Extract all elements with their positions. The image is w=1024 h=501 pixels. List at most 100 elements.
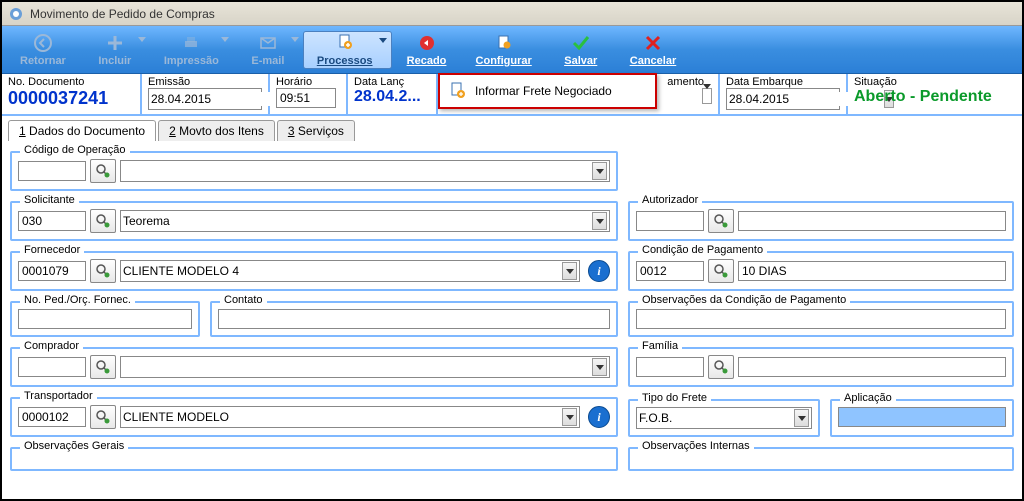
- solicitante-search-button[interactable]: [90, 209, 116, 233]
- cond-pag-search-button[interactable]: [708, 259, 734, 283]
- menu-informar-frete-negociado[interactable]: Informar Frete Negociado: [443, 78, 652, 104]
- obs-cond-pag-label: Observações da Condição de Pagamento: [638, 294, 850, 306]
- codigo-operacao-code[interactable]: [18, 161, 86, 181]
- emissao-label: Emissão: [148, 76, 262, 88]
- transportador-code[interactable]: [18, 407, 86, 427]
- tab-movto-itens[interactable]: 2 Movto dos Itens: [158, 120, 275, 141]
- retornar-button[interactable]: Retornar: [6, 31, 80, 69]
- autorizador-search-button[interactable]: [708, 209, 734, 233]
- tipo-frete-label: Tipo do Frete: [638, 392, 711, 404]
- horario-input[interactable]: [276, 88, 336, 108]
- obs-gerais-label: Observações Gerais: [20, 440, 128, 452]
- comprador-desc[interactable]: [120, 356, 610, 378]
- solicitante-desc[interactable]: [120, 210, 610, 232]
- processos-button[interactable]: Processos: [303, 31, 392, 69]
- transportador-info-button[interactable]: i: [588, 406, 610, 428]
- codigo-operacao-search-button[interactable]: [90, 159, 116, 183]
- obs-internas-label: Observações Internas: [638, 440, 754, 452]
- mail-icon: [258, 33, 278, 53]
- gear-icon: [494, 33, 514, 53]
- processos-menu: Informar Frete Negociado: [438, 73, 657, 109]
- cond-pag-code[interactable]: [636, 261, 704, 281]
- codigo-operacao-desc[interactable]: [120, 160, 610, 182]
- check-icon: [571, 33, 591, 53]
- situacao-label: Situação: [854, 76, 1016, 88]
- data-embarque-label: Data Embarque: [726, 76, 840, 88]
- app-icon: [8, 6, 24, 22]
- tab-bar: 1 Dados do Documento 2 Movto dos Itens 3…: [2, 116, 1022, 141]
- search-icon: [713, 359, 729, 375]
- tab-servicos[interactable]: 3 Serviços: [277, 120, 355, 141]
- data-embarque-picker[interactable]: [726, 88, 840, 110]
- plus-icon: [105, 33, 125, 53]
- no-documento-label: No. Documento: [8, 76, 134, 88]
- autorizador-desc[interactable]: [738, 211, 1006, 231]
- fornecedor-label: Fornecedor: [20, 244, 84, 256]
- chevron-down-icon[interactable]: [592, 162, 607, 180]
- no-documento-value: 0000037241: [8, 88, 134, 109]
- chevron-down-icon: [379, 38, 387, 43]
- chevron-down-icon: [138, 37, 146, 42]
- aplicacao-input[interactable]: [838, 407, 1006, 427]
- email-button[interactable]: E-mail: [233, 31, 303, 69]
- search-icon: [713, 213, 729, 229]
- search-icon: [95, 359, 111, 375]
- data-lanc-label: Data Lanç: [354, 76, 430, 88]
- back-arrow-icon: [33, 33, 53, 53]
- cancelar-button[interactable]: Cancelar: [616, 31, 690, 69]
- transportador-label: Transportador: [20, 390, 97, 402]
- recado-button[interactable]: Recado: [392, 31, 462, 69]
- chevron-down-icon[interactable]: [702, 88, 712, 104]
- search-icon: [95, 163, 111, 179]
- chevron-down-icon[interactable]: [592, 212, 607, 230]
- salvar-button[interactable]: Salvar: [546, 31, 616, 69]
- cond-pag-label: Condição de Pagamento: [638, 244, 767, 256]
- solicitante-code[interactable]: [18, 211, 86, 231]
- fornecedor-info-button[interactable]: i: [588, 260, 610, 282]
- tab-dados-documento[interactable]: 1 Dados do Documento: [8, 120, 156, 141]
- configurar-button[interactable]: Configurar: [462, 31, 546, 69]
- chevron-down-icon[interactable]: [592, 358, 607, 376]
- search-icon: [95, 213, 111, 229]
- cond-pag-desc[interactable]: [738, 261, 1006, 281]
- autorizador-code[interactable]: [636, 211, 704, 231]
- contato-input[interactable]: [218, 309, 610, 329]
- chevron-down-icon[interactable]: [794, 409, 809, 427]
- window-titlebar: Movimento de Pedido de Compras: [2, 2, 1022, 26]
- familia-label: Família: [638, 340, 682, 352]
- fornecedor-desc[interactable]: [120, 260, 580, 282]
- codigo-operacao-label: Código de Operação: [20, 144, 130, 156]
- familia-search-button[interactable]: [708, 355, 734, 379]
- main-toolbar: Retornar Incluir Impressão E-mail Proces…: [2, 26, 1022, 74]
- emissao-date-picker[interactable]: [148, 88, 262, 110]
- chevron-down-icon: [291, 37, 299, 42]
- situacao-value: Aberto - Pendente: [854, 88, 1016, 106]
- contato-label: Contato: [220, 294, 267, 306]
- data-lanc-value: 28.04.2...: [354, 88, 430, 106]
- obs-cond-pag-input[interactable]: [636, 309, 1006, 329]
- transportador-desc[interactable]: [120, 406, 580, 428]
- incluir-button[interactable]: Incluir: [80, 31, 150, 69]
- tipo-frete-select[interactable]: [636, 407, 812, 429]
- fornecedor-code[interactable]: [18, 261, 86, 281]
- comprador-search-button[interactable]: [90, 355, 116, 379]
- chevron-down-icon[interactable]: [562, 262, 577, 280]
- aplicacao-label: Aplicação: [840, 392, 896, 404]
- familia-desc[interactable]: [738, 357, 1006, 377]
- comprador-label: Comprador: [20, 340, 83, 352]
- comprador-code[interactable]: [18, 357, 86, 377]
- search-icon: [713, 263, 729, 279]
- no-ped-orc-label: No. Ped./Orç. Fornec.: [20, 294, 135, 306]
- impressao-button[interactable]: Impressão: [150, 31, 233, 69]
- no-ped-orc-input[interactable]: [18, 309, 192, 329]
- chevron-down-icon: [221, 37, 229, 42]
- document-plus-icon: [335, 33, 355, 53]
- autorizador-label: Autorizador: [638, 194, 702, 206]
- fornecedor-search-button[interactable]: [90, 259, 116, 283]
- familia-code[interactable]: [636, 357, 704, 377]
- close-icon: [643, 33, 663, 53]
- search-icon: [95, 409, 111, 425]
- transportador-search-button[interactable]: [90, 405, 116, 429]
- chevron-down-icon[interactable]: [562, 408, 577, 426]
- document-plus-icon: [449, 82, 467, 100]
